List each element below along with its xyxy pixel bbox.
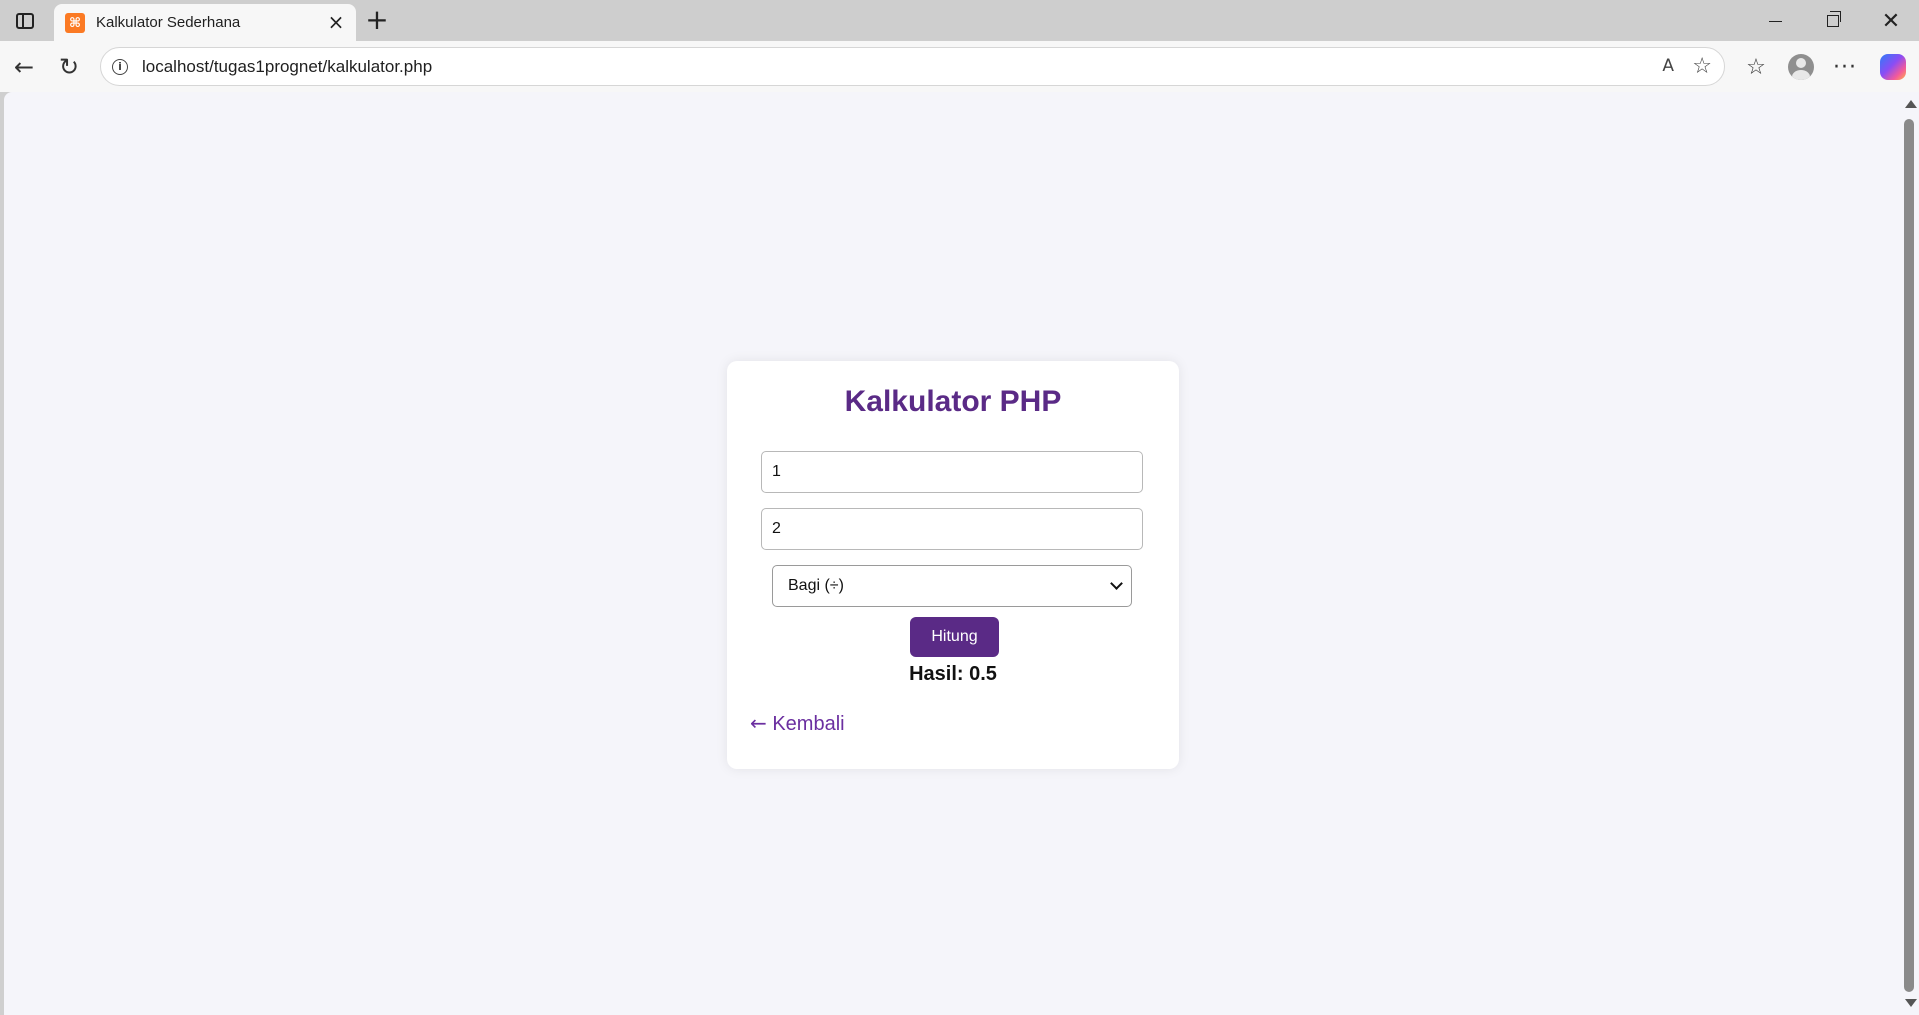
chevron-down-icon (1110, 577, 1123, 590)
copilot-icon[interactable] (1878, 52, 1908, 82)
scroll-up-icon[interactable] (1905, 100, 1917, 108)
browser-tab[interactable]: ⌘ Kalkulator Sederhana × (54, 4, 356, 41)
more-icon[interactable]: ··· (1830, 52, 1860, 82)
url-text[interactable]: localhost/tugas1prognet/kalkulator.php (142, 57, 432, 77)
back-link[interactable]: ← Kembali (750, 711, 845, 736)
scroll-down-icon[interactable] (1905, 999, 1917, 1007)
favorites-icon[interactable]: ☆ (1741, 52, 1771, 82)
new-tab-button[interactable]: + (362, 6, 392, 36)
number-2-input[interactable] (761, 508, 1143, 550)
restore-icon[interactable] (1810, 6, 1856, 36)
xampp-favicon-icon: ⌘ (65, 13, 85, 33)
reload-icon[interactable]: ↻ (54, 52, 84, 82)
window-close-icon[interactable]: ✕ (1868, 6, 1914, 36)
tab-close-icon[interactable]: × (326, 12, 346, 32)
page-title: Kalkulator PHP (844, 385, 1062, 418)
hitung-button[interactable]: Hitung (910, 617, 999, 657)
page-viewport: Kalkulator PHP Bagi (÷) Hitung Hasil: 0.… (4, 92, 1899, 1015)
number-1-input[interactable] (761, 451, 1143, 493)
star-icon[interactable]: ☆ (1692, 54, 1712, 79)
tab-title: Kalkulator Sederhana (96, 14, 241, 31)
tab-strip: ⌘ Kalkulator Sederhana × + ✕ (0, 0, 1919, 41)
read-aloud-icon[interactable]: A (1662, 56, 1674, 76)
info-icon[interactable]: i (112, 59, 128, 75)
page-scrollbar[interactable] (1899, 92, 1919, 1015)
calculator-card: Kalkulator PHP Bagi (÷) Hitung Hasil: 0.… (727, 361, 1179, 769)
back-link-label: Kembali (772, 713, 845, 735)
operation-selected-value: Bagi (÷) (788, 577, 844, 594)
address-bar[interactable]: i localhost/tugas1prognet/kalkulator.php… (100, 47, 1725, 86)
browser-toolbar: ← ↻ i localhost/tugas1prognet/kalkulator… (0, 41, 1919, 92)
result-text: Hasil: 0.5 (909, 663, 997, 685)
minimize-icon[interactable] (1752, 6, 1798, 36)
back-arrow-icon[interactable]: ← (9, 52, 39, 82)
scroll-thumb[interactable] (1904, 119, 1914, 992)
sidebar-icon[interactable] (10, 8, 40, 34)
back-link-arrow-icon: ← (750, 711, 767, 735)
profile-icon[interactable] (1786, 52, 1816, 82)
operation-select[interactable]: Bagi (÷) (772, 565, 1132, 607)
